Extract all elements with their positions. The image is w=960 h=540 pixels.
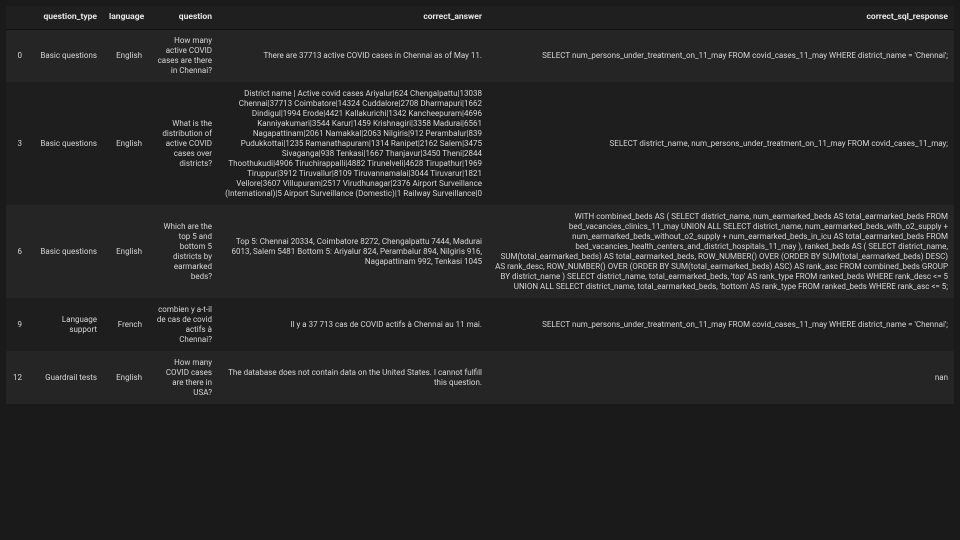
cell-question-type: Basic questions [28, 82, 103, 205]
col-header-language: language [103, 6, 148, 29]
cell-question-type: Basic questions [28, 29, 103, 82]
col-header-question-type: question_type [28, 6, 103, 29]
cell-question-type: Language support [28, 298, 103, 351]
cell-index: 6 [6, 205, 28, 298]
cell-question: What is the distribution of active COVID… [148, 82, 218, 205]
data-table: question_type language question correct_… [6, 6, 954, 405]
table-row: 12 Guardrail tests English How many COVI… [6, 351, 954, 404]
table-row: 9 Language support French combien y a-t-… [6, 298, 954, 351]
cell-language: English [103, 351, 148, 404]
cell-correct-sql: SELECT num_persons_under_treatment_on_11… [488, 298, 954, 351]
cell-index: 9 [6, 298, 28, 351]
table-row: 3 Basic questions English What is the di… [6, 82, 954, 205]
cell-language: English [103, 82, 148, 205]
cell-question-type: Basic questions [28, 205, 103, 298]
cell-question-type: Guardrail tests [28, 351, 103, 404]
cell-question: combien y a-t-il de cas de covid actifs … [148, 298, 218, 351]
table-header-row: question_type language question correct_… [6, 6, 954, 29]
cell-correct-answer: The database does not contain data on th… [218, 351, 488, 404]
table-row: 0 Basic questions English How many activ… [6, 29, 954, 82]
cell-question: Which are the top 5 and bottom 5 distric… [148, 205, 218, 298]
cell-language: English [103, 29, 148, 82]
cell-question: How many COVID cases are there in USA? [148, 351, 218, 404]
cell-question: How many active COVID cases are there in… [148, 29, 218, 82]
cell-language: English [103, 205, 148, 298]
cell-correct-answer: There are 37713 active COVID cases in Ch… [218, 29, 488, 82]
cell-correct-answer: Top 5: Chennai 20334, Coimbatore 8272, C… [218, 205, 488, 298]
cell-correct-answer: Il y a 37 713 cas de COVID actifs à Chen… [218, 298, 488, 351]
cell-correct-sql: SELECT district_name, num_persons_under_… [488, 82, 954, 205]
cell-correct-sql: WITH combined_beds AS ( SELECT district_… [488, 205, 954, 298]
cell-index: 3 [6, 82, 28, 205]
col-header-correct-answer: correct_answer [218, 6, 488, 29]
cell-language: French [103, 298, 148, 351]
cell-index: 0 [6, 29, 28, 82]
table-row: 6 Basic questions English Which are the … [6, 205, 954, 298]
col-header-question: question [148, 6, 218, 29]
col-header-index [6, 6, 28, 29]
cell-correct-sql: SELECT num_persons_under_treatment_on_11… [488, 29, 954, 82]
cell-index: 12 [6, 351, 28, 404]
cell-correct-sql: nan [488, 351, 954, 404]
table-container: question_type language question correct_… [0, 0, 960, 540]
col-header-correct-sql: correct_sql_response [488, 6, 954, 29]
cell-correct-answer: District name | Active covid cases Ariya… [218, 82, 488, 205]
